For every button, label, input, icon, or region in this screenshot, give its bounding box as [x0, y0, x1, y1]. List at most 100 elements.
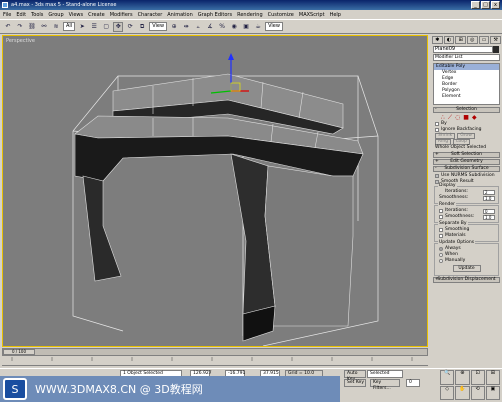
- menu-customize[interactable]: Customize: [268, 12, 294, 18]
- polygon-mode-icon[interactable]: ■: [463, 114, 469, 121]
- menu-tools[interactable]: Tools: [31, 12, 43, 18]
- hierarchy-tab-icon[interactable]: ⊞: [455, 36, 467, 44]
- utilities-tab-icon[interactable]: ⚒: [490, 36, 502, 44]
- element-mode-icon[interactable]: ◆: [472, 114, 477, 121]
- set-key-button[interactable]: Set Key: [344, 379, 366, 387]
- menu-file[interactable]: File: [3, 12, 11, 18]
- align-icon[interactable]: ⫠: [193, 21, 204, 32]
- watermark-banner: S WWW.3DMAX8.CN @ 3D教程网: [0, 376, 340, 402]
- select-rotate-icon[interactable]: ⟳: [125, 21, 136, 32]
- modifier-stack[interactable]: Editable Poly Vertex Edge Border Polygon…: [433, 63, 500, 105]
- render-iterations-spinner[interactable]: 0: [483, 208, 495, 214]
- ignore-backfacing-checkbox[interactable]: [435, 128, 439, 132]
- update-button[interactable]: Update: [452, 265, 481, 272]
- object-name-field[interactable]: Plane09: [433, 46, 499, 53]
- menu-group[interactable]: Group: [48, 12, 63, 18]
- separate-smoothing-checkbox[interactable]: [439, 228, 443, 232]
- render-smoothness-row: Smoothness: 1.0: [435, 214, 498, 220]
- arc-rotate-icon[interactable]: ⟲: [470, 385, 485, 400]
- zoom-extents-icon[interactable]: ⊡: [470, 370, 485, 385]
- update-manually-radio[interactable]: [439, 259, 443, 263]
- motion-tab-icon[interactable]: ◎: [467, 36, 478, 44]
- viewport-navigation-controls: 🔍 ⊕ ⊡ ⊞ ◇ ✋ ⟲ ▣: [440, 370, 500, 400]
- select-by-name-icon[interactable]: ☰: [89, 21, 100, 32]
- display-tab-icon[interactable]: ▭: [478, 36, 490, 44]
- edit-geometry-rollout[interactable]: + Edit Geometry: [433, 159, 500, 165]
- render-smoothness-checkbox[interactable]: [439, 215, 443, 219]
- mirror-icon[interactable]: ⇹: [181, 21, 192, 32]
- link-icon[interactable]: ⛓: [27, 21, 37, 32]
- material-editor-icon[interactable]: ◉: [229, 21, 240, 32]
- by-vertex-checkbox[interactable]: [435, 122, 439, 126]
- menu-character[interactable]: Character: [138, 12, 163, 18]
- menu-animation[interactable]: Animation: [167, 12, 193, 18]
- select-object-icon[interactable]: ➤: [77, 21, 88, 32]
- redo-icon[interactable]: ↷: [15, 21, 25, 32]
- undo-icon[interactable]: ↶: [3, 21, 13, 32]
- border-mode-icon[interactable]: ◌: [455, 114, 460, 121]
- display-group-title: Display: [438, 183, 457, 188]
- quick-render-icon[interactable]: ☕: [253, 21, 264, 32]
- maximize-viewport-icon[interactable]: ▣: [485, 385, 500, 400]
- menu-rendering[interactable]: Rendering: [237, 12, 263, 18]
- update-always-radio[interactable]: [439, 247, 443, 251]
- subdivision-surface-rollout[interactable]: - Subdivision Surface: [433, 166, 500, 172]
- select-scale-icon[interactable]: ⧉: [137, 21, 148, 32]
- bind-spacewarp-icon[interactable]: ≋: [51, 21, 61, 32]
- menu-modifiers[interactable]: Modifiers: [110, 12, 133, 18]
- render-iterations-checkbox[interactable]: [439, 209, 443, 213]
- rectangular-selection-icon[interactable]: ▢: [101, 21, 112, 32]
- menu-maxscript[interactable]: MAXScript: [299, 12, 325, 18]
- render-smoothness-spinner[interactable]: 1.0: [483, 214, 495, 220]
- update-when-radio[interactable]: [439, 253, 443, 257]
- named-selection-dropdown[interactable]: View: [265, 22, 283, 31]
- subdivision-displacement-rollout[interactable]: + Subdivision Displacement: [433, 277, 500, 283]
- percent-snap-icon[interactable]: %: [217, 21, 228, 32]
- use-nurms-checkbox[interactable]: [435, 174, 439, 178]
- maximize-button[interactable]: □: [481, 1, 490, 9]
- angle-snap-icon[interactable]: ∡: [205, 21, 216, 32]
- close-button[interactable]: x: [491, 1, 500, 9]
- time-slider-thumb[interactable]: 0 / 100: [3, 349, 35, 355]
- vertex-mode-icon[interactable]: ∴: [441, 114, 445, 121]
- separate-materials-checkbox[interactable]: [439, 234, 443, 238]
- pan-icon[interactable]: ✋: [455, 385, 470, 400]
- minimize-button[interactable]: _: [471, 1, 480, 9]
- command-tabs: ✱ ◐ ⊞ ◎ ▭ ⚒: [431, 35, 502, 45]
- iterations-spinner[interactable]: 2: [483, 189, 495, 195]
- smoothness-spinner[interactable]: 1.0: [483, 195, 495, 201]
- zoom-extents-all-icon[interactable]: ⊞: [485, 370, 500, 385]
- track-bar[interactable]: [2, 357, 428, 366]
- current-frame-field[interactable]: 0: [406, 379, 420, 387]
- pivot-center-icon[interactable]: ⊕: [169, 21, 180, 32]
- selection-filter-dropdown[interactable]: All: [63, 22, 76, 31]
- unlink-icon[interactable]: ⚯: [39, 21, 49, 32]
- command-panel: ✱ ◐ ⊞ ◎ ▭ ⚒ Plane09 Modifier List Editab…: [431, 35, 502, 357]
- edge-mode-icon[interactable]: ⟋: [448, 114, 452, 122]
- stack-element[interactable]: Element: [434, 94, 499, 100]
- modifier-list-dropdown[interactable]: Modifier List: [433, 54, 500, 61]
- select-move-icon[interactable]: ✥: [113, 21, 124, 32]
- auto-key-button[interactable]: Auto Key: [344, 370, 366, 382]
- menu-views[interactable]: Views: [69, 12, 83, 18]
- key-filters-button[interactable]: Key Filters...: [370, 379, 400, 391]
- soft-selection-rollout[interactable]: + Soft Selection: [433, 152, 500, 158]
- object-color-swatch[interactable]: [493, 46, 499, 53]
- menu-edit[interactable]: Edit: [16, 12, 26, 18]
- watermark-logo-icon: S: [3, 378, 27, 400]
- menu-help[interactable]: Help: [330, 12, 341, 18]
- modify-tab-icon[interactable]: ◐: [443, 36, 455, 44]
- field-of-view-icon[interactable]: ◇: [440, 385, 455, 400]
- viewport-label[interactable]: Perspective: [6, 38, 35, 44]
- auto-key-mode-dropdown[interactable]: Selected: [367, 370, 403, 378]
- render-scene-icon[interactable]: ▣: [241, 21, 252, 32]
- time-slider[interactable]: 0 / 100: [2, 348, 428, 356]
- zoom-icon[interactable]: 🔍: [440, 370, 455, 385]
- selection-rollout[interactable]: - Selection: [433, 107, 500, 113]
- reference-coord-dropdown[interactable]: View: [149, 22, 168, 31]
- perspective-viewport[interactable]: Perspective: [2, 35, 428, 347]
- menu-create[interactable]: Create: [88, 12, 105, 18]
- create-tab-icon[interactable]: ✱: [432, 36, 443, 44]
- zoom-all-icon[interactable]: ⊕: [455, 370, 470, 385]
- menu-graph-editors[interactable]: Graph Editors: [198, 12, 232, 18]
